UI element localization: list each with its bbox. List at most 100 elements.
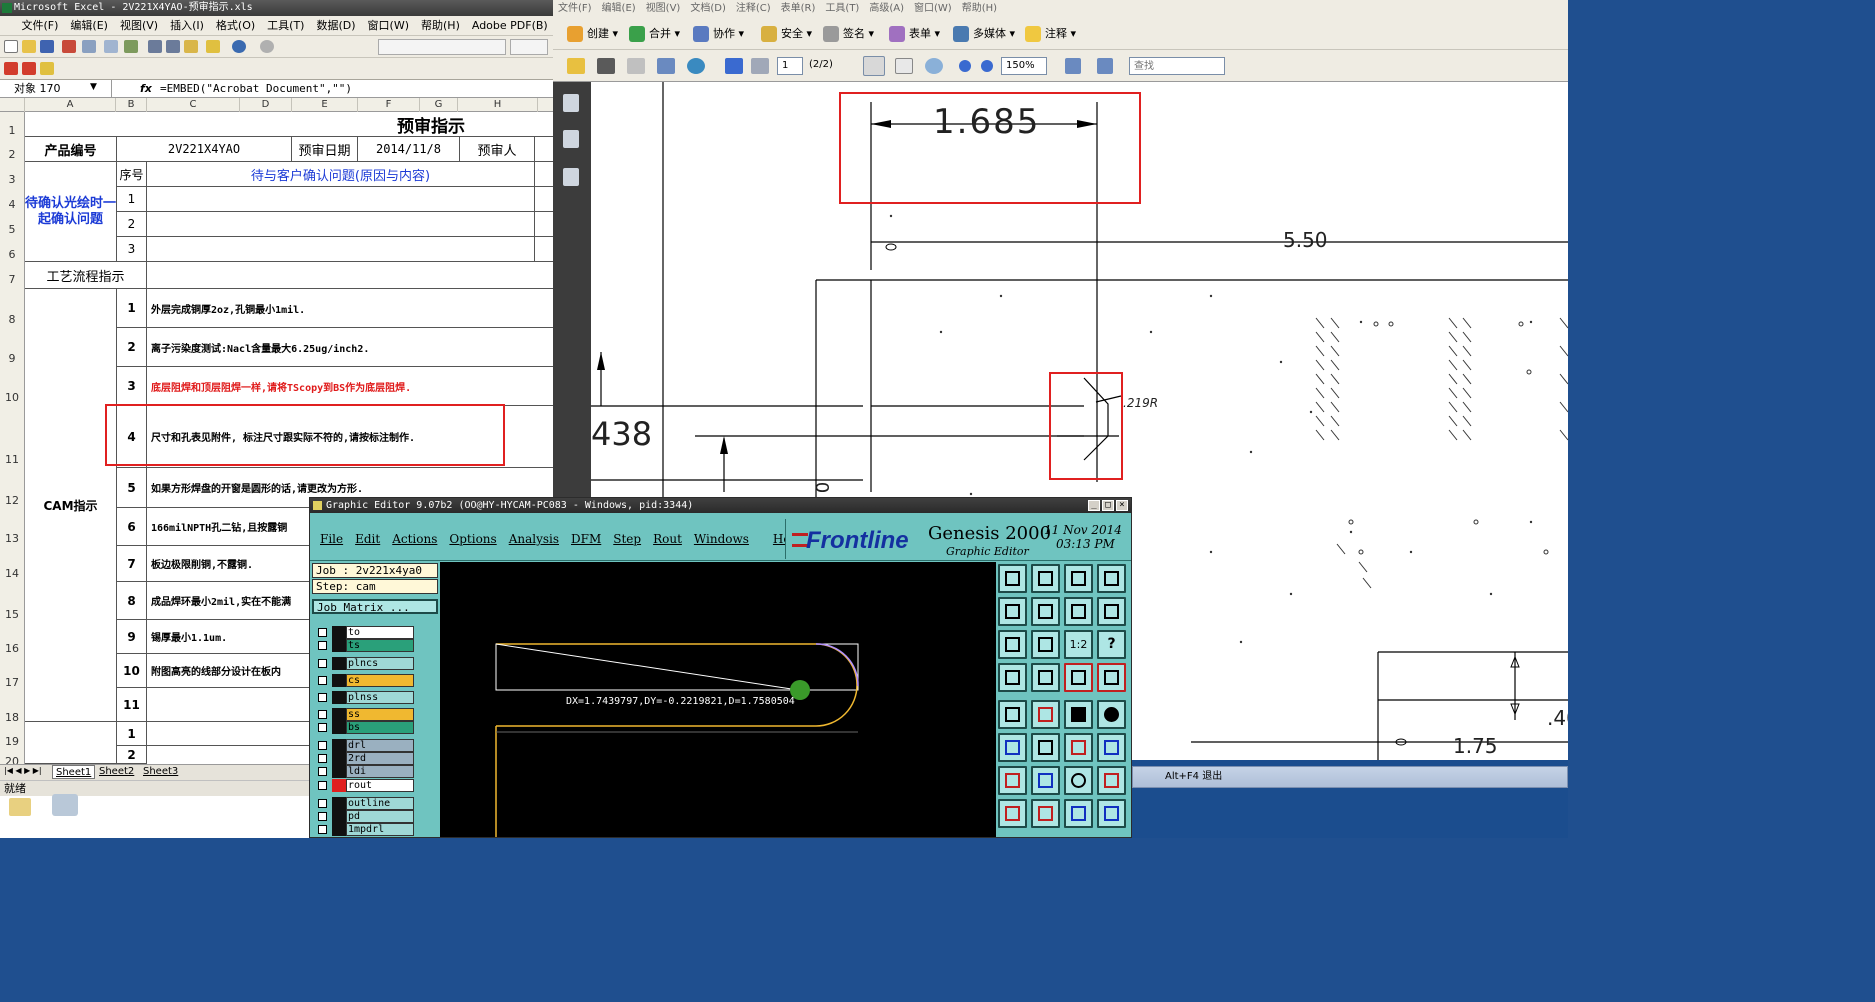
- create-button[interactable]: 创建 ▾: [567, 25, 618, 43]
- layer-checkbox[interactable]: [318, 754, 327, 763]
- feature-tool-icon[interactable]: [1097, 766, 1126, 795]
- pdf-icon[interactable]: [62, 40, 76, 53]
- ruler-tool-icon[interactable]: [1064, 700, 1093, 729]
- cam-item-text[interactable]: 离子污染度测试:Nacl含量最大6.25ug/inch2.: [147, 328, 553, 367]
- formula-input[interactable]: =EMBED("Acrobat Document",""): [160, 80, 352, 98]
- close-button[interactable]: ×: [1116, 500, 1128, 511]
- save-icon[interactable]: [40, 40, 54, 53]
- layer-checkbox[interactable]: [318, 741, 327, 750]
- row-header[interactable]: 17: [0, 676, 24, 689]
- menu-step[interactable]: Step: [607, 526, 647, 552]
- layer-checkbox[interactable]: [318, 628, 327, 637]
- menu-options[interactable]: Options: [443, 526, 502, 552]
- shape-tool-icon[interactable]: [1031, 700, 1060, 729]
- tab-nav-icon[interactable]: |◀ ◀ ▶ ▶|: [4, 766, 42, 775]
- layer-checkbox[interactable]: [318, 676, 327, 685]
- table-cell[interactable]: [535, 162, 553, 187]
- help-tool-icon[interactable]: ?: [1097, 630, 1126, 659]
- layer-checkbox[interactable]: [318, 799, 327, 808]
- acrobat-menu-item[interactable]: 工具(T): [820, 0, 864, 18]
- web-icon[interactable]: [687, 58, 705, 74]
- select-all-corner[interactable]: [0, 98, 25, 112]
- layer-row-drl[interactable]: drl: [312, 739, 438, 752]
- resize-tool-icon[interactable]: [1064, 799, 1093, 828]
- layer-row-pd[interactable]: pd: [312, 810, 438, 823]
- genesis-title-bar[interactable]: Graphic Editor 9.07b2 (OO@HY-HYCAM-PC083…: [310, 498, 1131, 513]
- format-painter-icon[interactable]: [206, 40, 220, 53]
- excel-menu-item[interactable]: 视图(V): [114, 16, 164, 36]
- comment-button[interactable]: 注释 ▾: [1025, 25, 1076, 43]
- row-header[interactable]: 18: [0, 711, 24, 724]
- excel-menu-item[interactable]: 窗口(W): [362, 16, 415, 36]
- excel-title-bar[interactable]: Microsoft Excel - 2V221X4YAO-预审指示.xls: [0, 0, 553, 16]
- table-cell[interactable]: [535, 212, 553, 237]
- select-tool-icon[interactable]: [863, 56, 885, 76]
- slope-tool-icon[interactable]: [1031, 766, 1060, 795]
- layer-checkbox[interactable]: [318, 693, 327, 702]
- connect-tool-icon[interactable]: [1064, 733, 1093, 762]
- net-tool-icon[interactable]: [1064, 663, 1093, 692]
- table-cell[interactable]: [147, 187, 535, 212]
- paste-icon[interactable]: [184, 40, 198, 53]
- layer-row-plncs[interactable]: plncs: [312, 657, 438, 670]
- row-header[interactable]: 19: [0, 735, 24, 748]
- acrobat-menu-item[interactable]: 编辑(E): [597, 0, 641, 18]
- convert-pdf-mail-icon[interactable]: [22, 62, 36, 75]
- swap-tool-icon[interactable]: [1064, 597, 1093, 626]
- excel-menu-item[interactable]: 帮助(H): [415, 16, 466, 36]
- excel-menu-item[interactable]: Adobe PDF(B): [466, 16, 553, 36]
- excel-menu-item[interactable]: 工具(T): [261, 16, 310, 36]
- column-header[interactable]: C: [147, 98, 240, 112]
- tab-sheet2[interactable]: Sheet2: [96, 765, 137, 779]
- signatures-icon[interactable]: [563, 168, 579, 186]
- layer-checkbox[interactable]: [318, 767, 327, 776]
- layer-checkbox[interactable]: [318, 723, 327, 732]
- multimedia-button[interactable]: 多媒体 ▾: [953, 25, 1015, 43]
- zoom-tool-icon[interactable]: [925, 58, 943, 74]
- table-cell[interactable]: [25, 722, 117, 764]
- redo-icon[interactable]: [260, 40, 274, 53]
- import-tool-icon[interactable]: [998, 597, 1027, 626]
- next-page-icon[interactable]: [751, 58, 769, 74]
- close-job-tool-icon[interactable]: [1031, 564, 1060, 593]
- page-number-input[interactable]: 1: [777, 57, 803, 75]
- search-input[interactable]: [1129, 57, 1225, 75]
- angle-tool-icon[interactable]: [998, 766, 1027, 795]
- net2-tool-icon[interactable]: [1097, 663, 1126, 692]
- pages-icon[interactable]: [563, 94, 579, 112]
- tab-sheet1[interactable]: Sheet1: [52, 765, 96, 779]
- column-header[interactable]: D: [240, 98, 292, 112]
- print-icon[interactable]: [597, 58, 615, 74]
- table-cell[interactable]: [535, 187, 553, 212]
- excel-menu-item[interactable]: 编辑(E): [64, 16, 114, 36]
- column-header[interactable]: E: [292, 98, 358, 112]
- layer-checkbox[interactable]: [318, 781, 327, 790]
- row-header[interactable]: 6: [0, 248, 24, 261]
- connect2-tool-icon[interactable]: [1097, 733, 1126, 762]
- save-icon[interactable]: [627, 58, 645, 74]
- copy-icon[interactable]: [166, 40, 180, 53]
- zoom-fit-tool-icon[interactable]: [998, 630, 1027, 659]
- zoom-select[interactable]: 150%: [1001, 57, 1047, 75]
- row-header[interactable]: 2: [0, 148, 24, 161]
- zoom-in-icon[interactable]: [981, 60, 993, 72]
- collaborate-button[interactable]: 协作 ▾: [693, 25, 744, 43]
- acrobat-menu-item[interactable]: 文件(F): [553, 0, 597, 18]
- transform-tool-icon[interactable]: [1097, 799, 1126, 828]
- job-matrix-button[interactable]: Job Matrix ...: [312, 599, 438, 614]
- acrobat-menu-item[interactable]: 帮助(H): [957, 0, 1002, 18]
- menu-analysis[interactable]: Analysis: [503, 526, 565, 552]
- layer-row-outline[interactable]: outline: [312, 797, 438, 810]
- nodes-tool-icon[interactable]: [998, 733, 1027, 762]
- open-job-tool-icon[interactable]: [998, 564, 1027, 593]
- layer-row-bs[interactable]: bs: [312, 721, 438, 734]
- date-value[interactable]: 2014/11/8: [358, 137, 460, 162]
- snap-tool-icon[interactable]: [1097, 597, 1126, 626]
- table-cell[interactable]: [147, 262, 553, 289]
- layer-checkbox[interactable]: [318, 659, 327, 668]
- menu-actions[interactable]: Actions: [386, 526, 443, 552]
- tab-sheet3[interactable]: Sheet3: [140, 765, 181, 779]
- layer-row-2rd[interactable]: 2rd: [312, 752, 438, 765]
- excel-menu-item[interactable]: 格式(O): [210, 16, 261, 36]
- zoom-out-icon[interactable]: [959, 60, 971, 72]
